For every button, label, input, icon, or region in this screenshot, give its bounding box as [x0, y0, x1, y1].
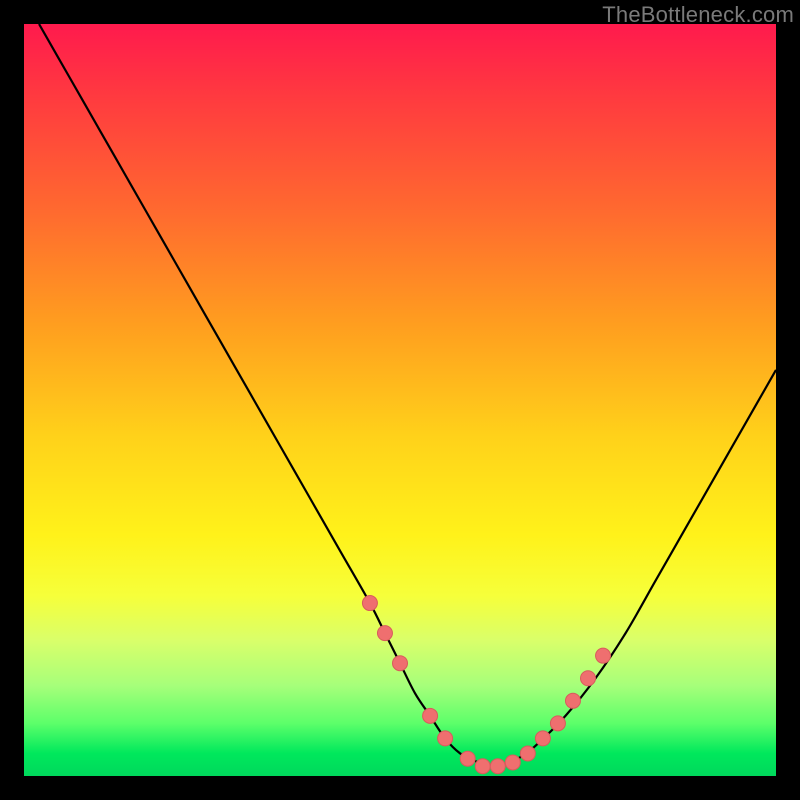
highlight-marker — [393, 656, 408, 671]
plot-area — [24, 24, 776, 776]
highlight-marker — [475, 759, 490, 774]
highlight-marker — [438, 731, 453, 746]
bottleneck-curve — [39, 24, 776, 767]
highlight-marker — [460, 751, 475, 766]
watermark-text: TheBottleneck.com — [602, 2, 794, 28]
chart-frame: TheBottleneck.com — [0, 0, 800, 800]
highlight-marker — [423, 708, 438, 723]
bottleneck-chart — [24, 24, 776, 776]
highlight-marker — [535, 731, 550, 746]
highlight-marker — [505, 755, 520, 770]
highlight-marker — [565, 693, 580, 708]
highlight-marker — [490, 759, 505, 774]
highlight-marker — [596, 648, 611, 663]
highlight-marker — [377, 626, 392, 641]
highlight-marker — [550, 716, 565, 731]
highlight-marker — [581, 671, 596, 686]
highlight-marker — [520, 746, 535, 761]
highlight-marker — [362, 596, 377, 611]
